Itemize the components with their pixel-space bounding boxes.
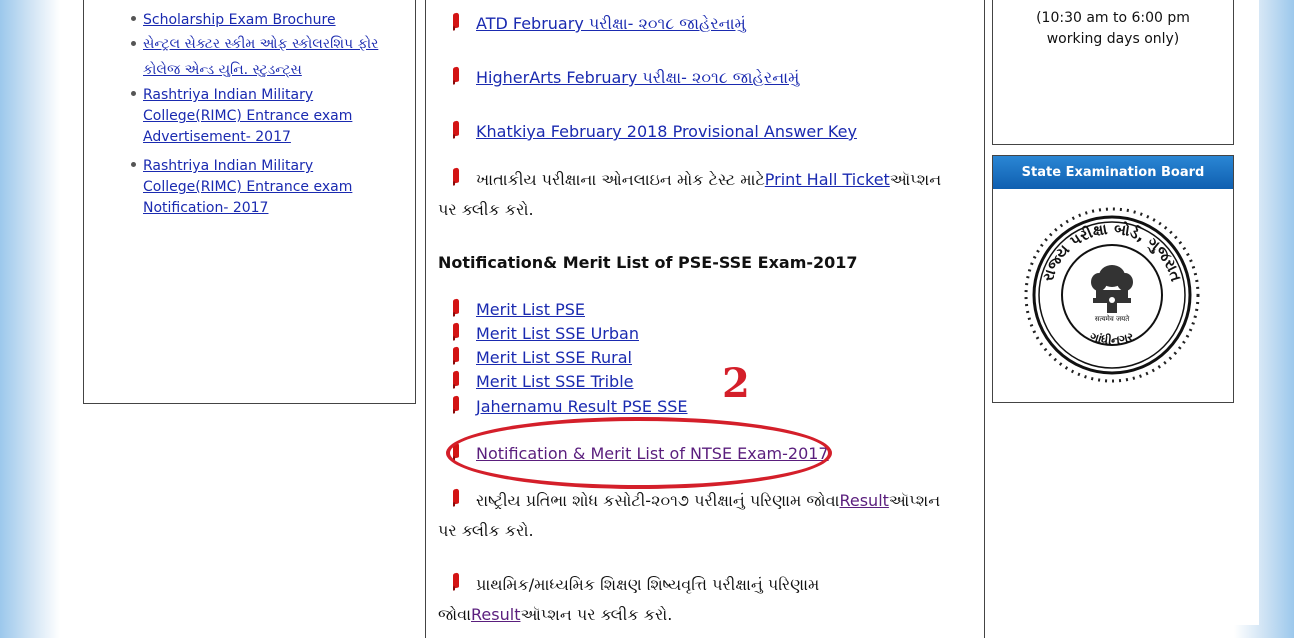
central-sector-scheme-link[interactable]: સેન્ટ્રલ સેક્ટર સ્કીમ ઓફ સ્કોલરશિપ ફોર ક…	[143, 36, 378, 78]
bullet-icon	[131, 41, 136, 46]
state-examination-board-panel: State Examination Board રાજ્ય પરીક્ષા બો…	[992, 155, 1234, 403]
ntse-result-prefix: રાષ્ટ્રીય પ્રતિભા શોધ કસોટી-૨૦૧૭ પરીક્ષા…	[476, 491, 840, 510]
flag-bullet-icon	[453, 346, 459, 363]
bullet-icon	[131, 162, 136, 167]
print-hall-ticket-link[interactable]: Print Hall Ticket	[765, 170, 890, 189]
higherarts-notification-link[interactable]: HigherArts February પરીક્ષા- ૨૦૧૮ જાહેરન…	[476, 67, 799, 89]
office-hours-line2: working days only)	[1046, 31, 1180, 47]
flag-bullet-icon	[453, 572, 459, 589]
scholarship-result-line1: પ્રાથમિક/માધ્યમિક શિક્ષણ શિષ્યવૃત્તિ પરી…	[476, 575, 820, 594]
ntse-result-text: રાષ્ટ્રીય પ્રતિભા શોધ કસોટી-૨૦૧૭ પરીક્ષા…	[476, 486, 940, 516]
mock-test-line2: પર ક્લીક કરો.	[438, 200, 534, 219]
scholarship-brochure-link[interactable]: Scholarship Exam Brochure	[143, 12, 336, 28]
annotation-number: 2	[722, 360, 750, 407]
scholarship-result-prefix: જોવા	[438, 605, 472, 624]
ntse-result-line2: પર ક્લીક કરો.	[438, 521, 534, 540]
flag-bullet-icon	[453, 488, 459, 505]
flag-bullet-icon	[453, 167, 459, 184]
list-item: Scholarship Exam Brochure	[128, 10, 413, 31]
flag-bullet-icon	[453, 66, 459, 83]
state-examination-board-seal-icon[interactable]: રાજ્ય પરીક્ષા બોર્ડ, ગુજરાત ગાંધીનગર सत्…	[1023, 206, 1201, 388]
mock-test-prefix: ખાતાકીય પરીક્ષાના ઓનલાઇન મોક ટેસ્ટ માટે	[476, 170, 765, 189]
mock-test-text: ખાતાકીય પરીક્ષાના ઓનલાઇન મોક ટેસ્ટ માટેP…	[476, 165, 941, 195]
flag-bullet-icon	[453, 395, 459, 412]
office-hours-line1: (10:30 am to 6:00 pm	[1036, 10, 1190, 26]
jahernamu-result-link[interactable]: Jahernamu Result PSE SSE	[476, 396, 688, 418]
annotation-highlight-ellipse	[446, 417, 832, 489]
scholarship-result-text: જોવાResultઑપ્શન પર ક્લીક કરો.	[438, 600, 672, 630]
mock-test-suffix: ઑપ્શન	[889, 170, 942, 189]
rimc-advertisement-link[interactable]: Rashtriya Indian Military College(RIMC) …	[143, 87, 352, 145]
scholarship-result-link[interactable]: Result	[471, 605, 520, 624]
left-link-list: Scholarship Exam Brochure સેન્ટ્રલ સેક્ટ…	[128, 10, 413, 219]
list-item: Rashtriya Indian Military College(RIMC) …	[128, 156, 413, 219]
list-item: સેન્ટ્રલ સેક્ટર સ્કીમ ઓફ સ્કોલરશિપ ફોર ક…	[128, 31, 413, 83]
merit-list-sse-rural-link[interactable]: Merit List SSE Rural	[476, 347, 632, 369]
flag-bullet-icon	[453, 120, 459, 137]
board-panel-title: State Examination Board	[993, 156, 1233, 189]
khatkiya-answer-key-link[interactable]: Khatkiya February 2018 Provisional Answe…	[476, 121, 857, 143]
merit-list-sse-trible-link[interactable]: Merit List SSE Trible	[476, 371, 633, 393]
flag-bullet-icon	[453, 298, 459, 315]
scholarship-result-suffix: ઑપ્શન પર ક્લીક કરો.	[520, 605, 673, 624]
flag-bullet-icon	[453, 322, 459, 339]
list-item: Rashtriya Indian Military College(RIMC) …	[128, 85, 413, 148]
svg-text:सत्यमेव जयते: सत्यमेव जयते	[1095, 314, 1130, 323]
ntse-result-link[interactable]: Result	[839, 491, 888, 510]
merit-list-pse-link[interactable]: Merit List PSE	[476, 299, 585, 321]
svg-text:ગાંધીનગર: ગાંધીનગર	[1088, 329, 1136, 347]
office-hours-panel: (10:30 am to 6:00 pm working days only)	[992, 0, 1234, 145]
bullet-icon	[131, 91, 136, 96]
bullet-icon	[131, 16, 136, 21]
atd-notification-link[interactable]: ATD February પરીક્ષા- ૨૦૧૮ જાહેરનામું	[476, 13, 746, 35]
merit-list-sse-urban-link[interactable]: Merit List SSE Urban	[476, 323, 639, 345]
flag-bullet-icon	[453, 12, 459, 29]
flag-bullet-icon	[453, 370, 459, 387]
ntse-result-suffix: ઑપ્શન	[888, 491, 941, 510]
rimc-notification-link[interactable]: Rashtriya Indian Military College(RIMC) …	[143, 158, 352, 216]
pse-sse-heading: Notification& Merit List of PSE-SSE Exam…	[438, 253, 858, 272]
